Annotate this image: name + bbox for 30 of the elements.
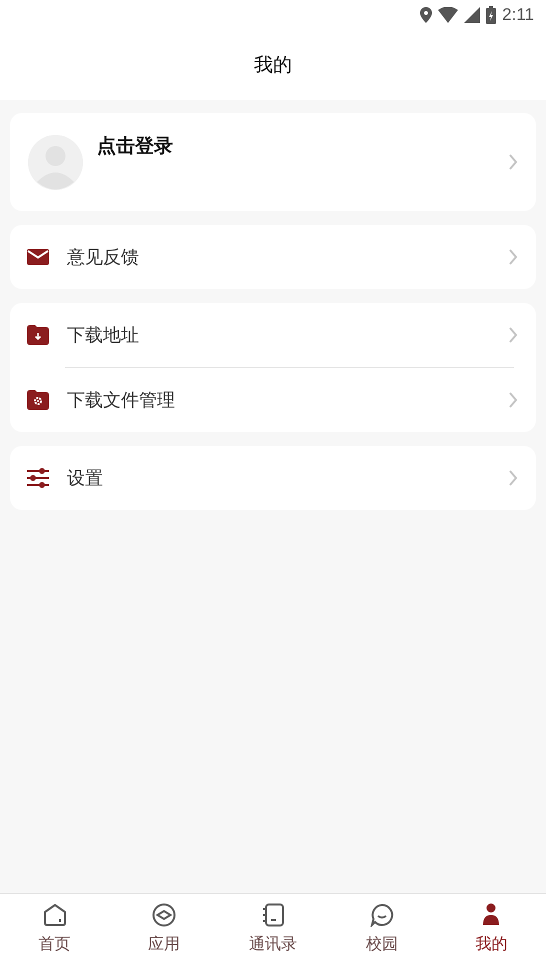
menu-item[interactable]: 设置 bbox=[10, 446, 536, 510]
chevron-icon bbox=[508, 392, 518, 408]
page-title: 我的 bbox=[254, 53, 292, 78]
menu-item[interactable]: 意见反馈 bbox=[10, 225, 536, 289]
nav-tab[interactable]: 首页 bbox=[0, 894, 110, 968]
location-icon bbox=[420, 7, 432, 23]
battery-icon bbox=[486, 6, 496, 24]
menu-item[interactable]: 下载地址 bbox=[10, 303, 536, 367]
sliders-icon bbox=[27, 468, 49, 488]
chevron-icon bbox=[508, 154, 518, 170]
menu-item[interactable]: 下载文件管理 bbox=[10, 368, 536, 432]
status-time: 2:11 bbox=[502, 5, 534, 25]
chevron-icon bbox=[508, 470, 518, 486]
nav-tab[interactable]: 通讯录 bbox=[218, 894, 328, 968]
chevron-icon bbox=[508, 249, 518, 265]
chat-icon bbox=[370, 903, 394, 927]
signal-icon bbox=[464, 7, 480, 23]
folder-download-icon bbox=[27, 325, 49, 345]
nav-tab[interactable]: 校园 bbox=[328, 894, 437, 968]
notebook-icon bbox=[261, 903, 285, 927]
wifi-icon bbox=[438, 7, 458, 23]
home-icon bbox=[42, 903, 67, 927]
eye-circle-icon bbox=[152, 903, 176, 927]
mail-icon bbox=[27, 249, 49, 265]
nav-tab[interactable]: 我的 bbox=[436, 894, 546, 968]
profile-card[interactable]: 点击登录 bbox=[10, 113, 536, 211]
nav-tab[interactable]: 应用 bbox=[109, 894, 218, 968]
folder-gear-icon bbox=[27, 390, 49, 410]
login-text: 点击登录 bbox=[97, 134, 174, 159]
chevron-icon bbox=[508, 327, 518, 343]
